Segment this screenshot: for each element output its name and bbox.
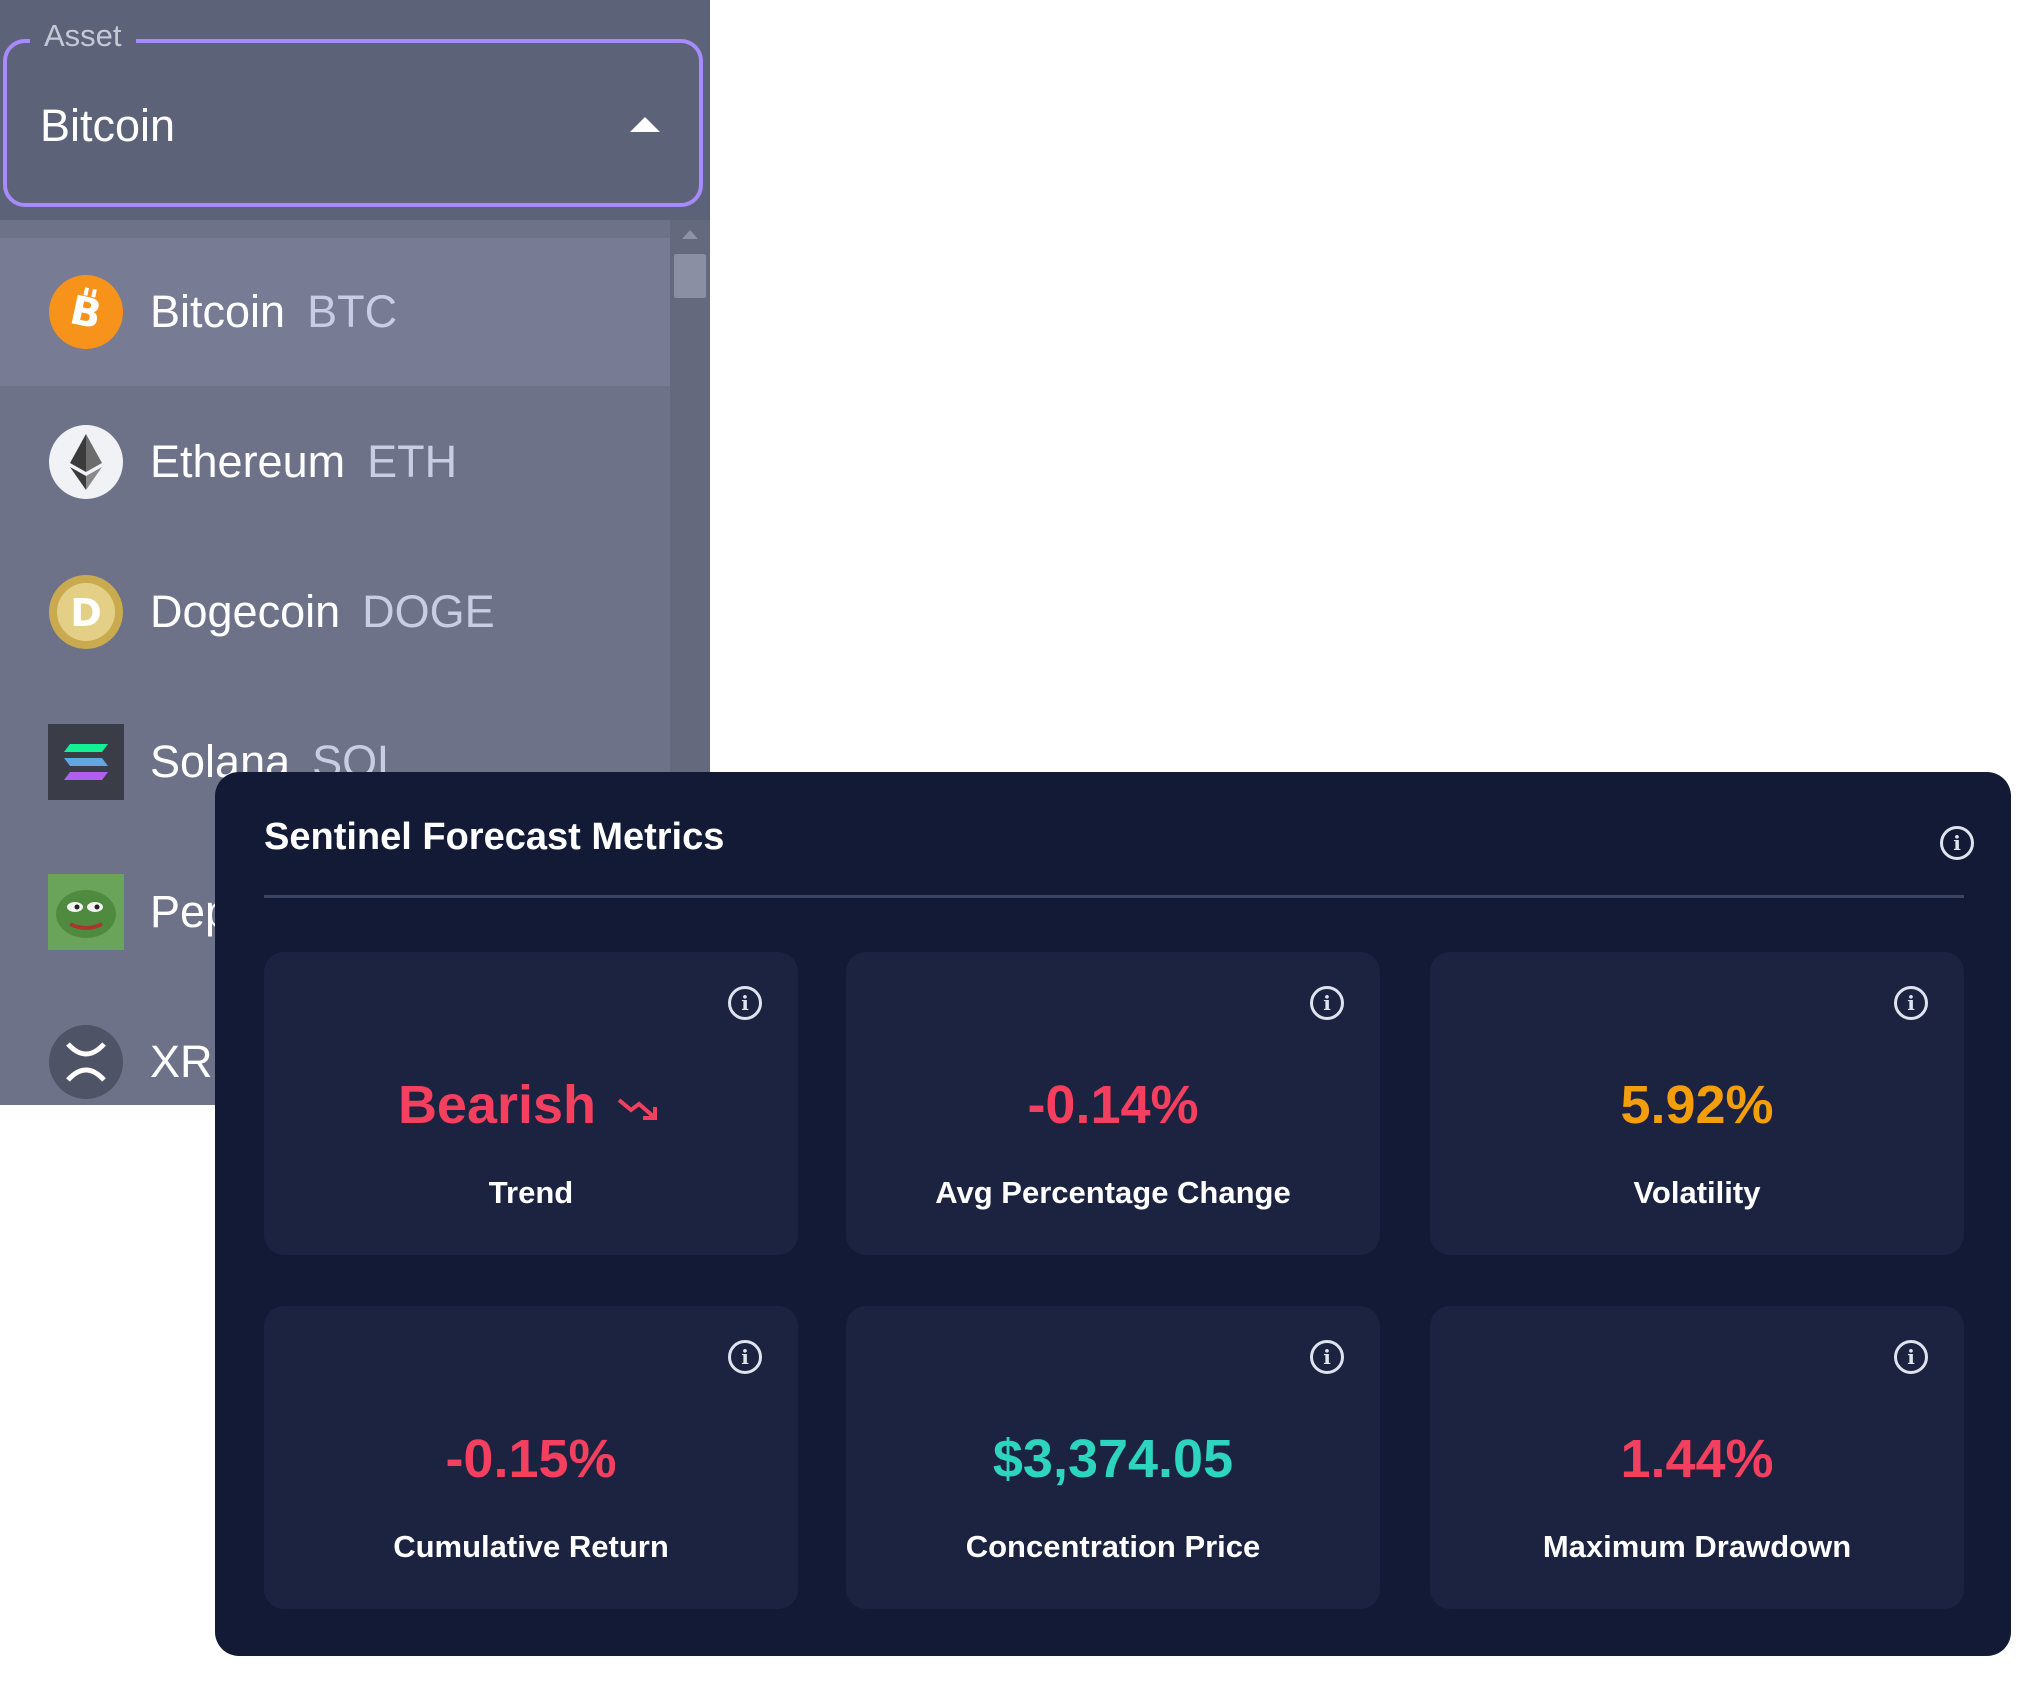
- metric-value: -0.15%: [445, 1429, 617, 1489]
- asset-select-label: Asset: [30, 18, 136, 54]
- card-title: Sentinel Forecast Metrics: [264, 816, 725, 858]
- metric-label: Cumulative Return: [393, 1529, 669, 1564]
- trending-down-icon: [617, 1098, 658, 1120]
- dogecoin-icon: D: [48, 574, 124, 650]
- metric-label: Trend: [488, 1175, 574, 1210]
- divider: [264, 895, 1964, 898]
- metric-value: $3,374.05: [992, 1429, 1234, 1489]
- info-icon[interactable]: i: [1894, 1340, 1928, 1374]
- metric-value: 5.92%: [1620, 1075, 1774, 1135]
- asset-option-name: Ethereum: [150, 436, 346, 487]
- chevron-up-icon[interactable]: [630, 117, 660, 132]
- solana-icon: [48, 724, 124, 800]
- asset-option-name: Bitcoin: [150, 286, 286, 337]
- scroll-thumb[interactable]: [674, 254, 706, 298]
- asset-option-dogecoin[interactable]: D Dogecoin DOGE: [0, 538, 670, 686]
- asset-select-value[interactable]: Bitcoin: [40, 100, 175, 152]
- info-icon[interactable]: i: [1310, 986, 1344, 1020]
- info-icon[interactable]: i: [728, 986, 762, 1020]
- metric-value: -0.14%: [1027, 1075, 1199, 1135]
- metric-label: Avg Percentage Change: [935, 1175, 1291, 1210]
- metric-label: Concentration Price: [965, 1529, 1261, 1564]
- pepe-icon: [48, 874, 124, 950]
- info-icon[interactable]: i: [1894, 986, 1928, 1020]
- scroll-up-arrow-icon[interactable]: [682, 230, 698, 239]
- ethereum-icon: [48, 424, 124, 500]
- asset-option-bitcoin[interactable]: B Bitcoin BTC: [0, 238, 670, 386]
- metric-tile-maximum-drawdown: i 1.44% Maximum Drawdown: [1430, 1306, 1964, 1609]
- metric-tile-concentration-price: i $3,374.05 Concentration Price: [846, 1306, 1380, 1609]
- metric-value: Bearish: [264, 1074, 798, 1136]
- metric-tile-trend: i Bearish Trend: [264, 952, 798, 1255]
- svg-text:D: D: [70, 591, 102, 635]
- info-icon[interactable]: i: [728, 1340, 762, 1374]
- asset-option-symbol: DOGE: [362, 586, 495, 637]
- asset-option-name: Dogecoin: [150, 586, 341, 637]
- metric-label: Volatility: [1633, 1175, 1761, 1210]
- trend-value: Bearish: [397, 1075, 597, 1135]
- asset-option-symbol: ETH: [367, 436, 458, 487]
- metric-label: Maximum Drawdown: [1542, 1529, 1852, 1564]
- xrp-icon: [48, 1024, 124, 1100]
- asset-option-symbol: BTC: [307, 286, 398, 337]
- metric-tile-avg-percentage-change: i -0.14% Avg Percentage Change: [846, 952, 1380, 1255]
- info-icon[interactable]: i: [1310, 1340, 1344, 1374]
- info-icon[interactable]: i: [1940, 826, 1974, 860]
- metric-tile-cumulative-return: i -0.15% Cumulative Return: [264, 1306, 798, 1609]
- metric-value: 1.44%: [1620, 1429, 1774, 1489]
- asset-option-ethereum[interactable]: Ethereum ETH: [0, 388, 670, 536]
- forecast-metrics-card: Sentinel Forecast Metrics i i Bearish Tr…: [215, 772, 2011, 1656]
- bitcoin-icon: B: [48, 274, 124, 350]
- metric-tile-volatility: i 5.92% Volatility: [1430, 952, 1964, 1255]
